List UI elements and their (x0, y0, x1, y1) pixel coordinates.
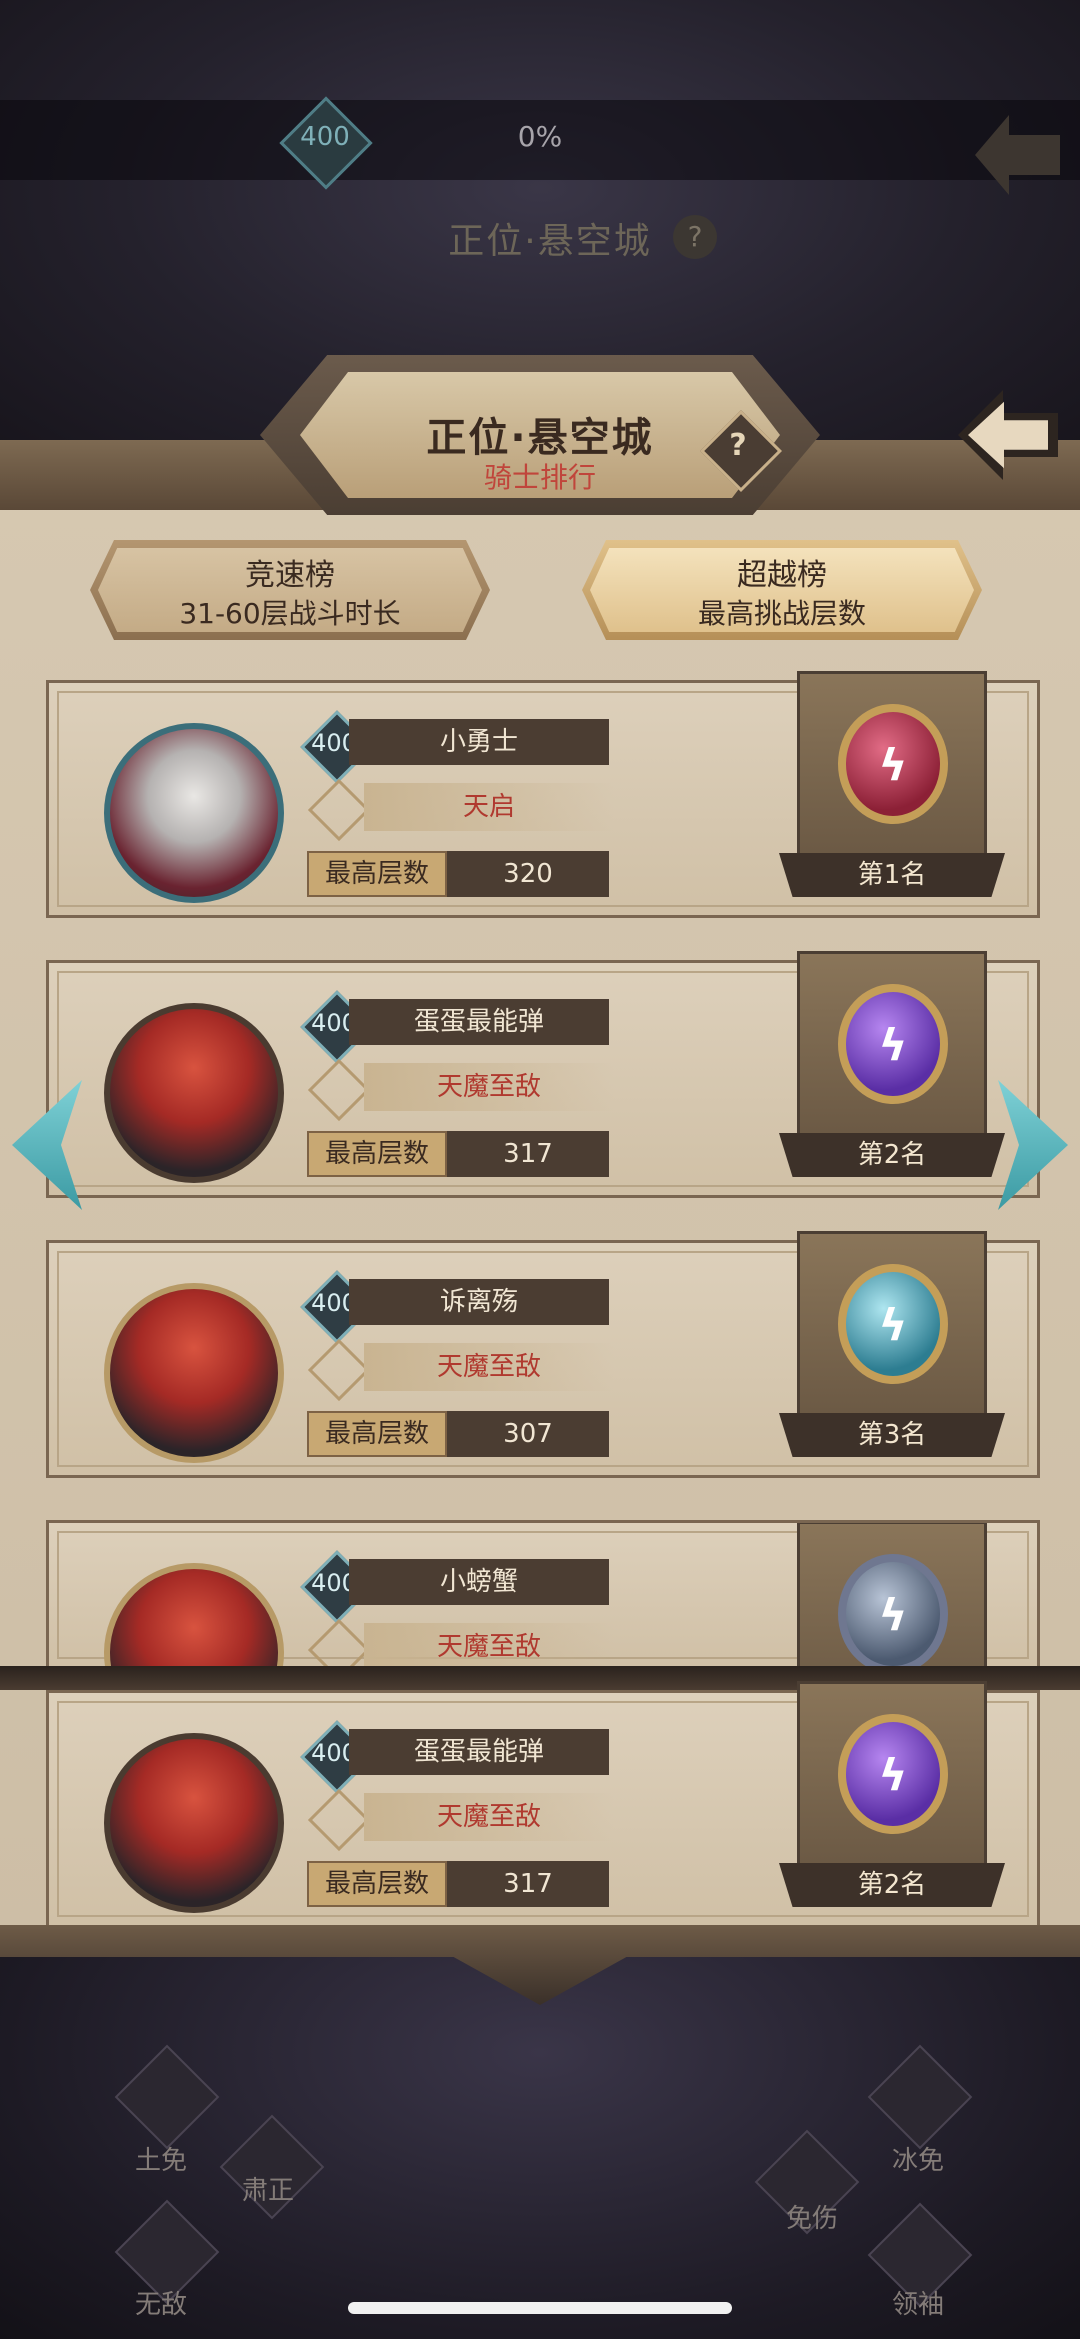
rank-gem-icon: ϟ (838, 704, 948, 824)
top-level-text: 400 (300, 122, 350, 152)
avatar[interactable] (104, 1003, 284, 1183)
floor-value: 317 (447, 1131, 609, 1177)
title-emblem-icon (307, 1788, 371, 1852)
tab-speed-title: 竞速榜 (245, 558, 335, 593)
rank-card[interactable]: 400 小螃蟹 天魔至敌 ϟ (46, 1520, 1040, 1670)
avatar[interactable] (104, 1283, 284, 1463)
rank-symbol-icon: ϟ (878, 1590, 908, 1641)
rank-medal: ϟ (797, 1681, 987, 1871)
skill-ice-immune: 冰免 (892, 2146, 945, 2176)
player-name: 蛋蛋最能弹 (349, 999, 609, 1045)
page-title: 正位·悬空城 (426, 415, 654, 461)
rank-label: 第2名 (779, 1133, 1005, 1177)
player-title: 天魔至敌 (364, 1063, 614, 1111)
title-emblem-icon (307, 1058, 371, 1122)
rank-medal: ϟ (797, 1523, 987, 1667)
player-name: 小勇士 (349, 719, 609, 765)
skill-solemn: 肃正 (242, 2176, 295, 2206)
skill-damage-immune: 免伤 (786, 2204, 839, 2234)
floor-label: 最高层数 (307, 1861, 447, 1907)
help-button-label[interactable]: ? (712, 428, 764, 463)
floor-label: 最高层数 (307, 1411, 447, 1457)
rank-card[interactable]: 400 小勇士 天启 最高层数 320 ϟ 第1名 (46, 671, 1040, 918)
player-title: 天魔至敌 (364, 1623, 614, 1667)
floor-value: 317 (447, 1861, 609, 1907)
skill-leader: 领袖 (892, 2290, 945, 2320)
rank-medal: ϟ (797, 951, 987, 1141)
home-indicator[interactable] (348, 2302, 732, 2314)
floor-value: 320 (447, 851, 609, 897)
rank-symbol-icon: ϟ (878, 1020, 908, 1071)
avatar[interactable] (104, 1733, 284, 1913)
tab-speed-ranking[interactable]: 竞速榜 31-60层战斗时长 (90, 540, 490, 640)
rank-gem-icon: ϟ (838, 984, 948, 1104)
self-rank-card[interactable]: 400 蛋蛋最能弹 天魔至敌 最高层数 317 ϟ 第2名 (46, 1681, 1040, 1928)
rank-gem-icon: ϟ (838, 1714, 948, 1834)
page-subtitle: 骑士排行 (483, 461, 596, 494)
rank-symbol-icon: ϟ (878, 1300, 908, 1351)
player-name: 蛋蛋最能弹 (349, 1729, 609, 1775)
title-emblem-icon (307, 778, 371, 842)
rank-medal: ϟ (797, 1231, 987, 1421)
title-emblem-icon (307, 1338, 371, 1402)
tab-surpass-ranking[interactable]: 超越榜 最高挑战层数 (582, 540, 982, 640)
rank-medal: ϟ (797, 671, 987, 861)
rank-label: 第2名 (779, 1863, 1005, 1907)
title-emblem-icon (307, 1618, 371, 1667)
player-title: 天魔至敌 (364, 1343, 614, 1391)
player-title: 天魔至敌 (364, 1793, 614, 1841)
rank-card[interactable]: 400 诉离殇 天魔至敌 最高层数 307 ϟ 第3名 (46, 1231, 1040, 1478)
tab-surpass-subtitle: 最高挑战层数 (697, 597, 866, 630)
avatar[interactable] (104, 1563, 284, 1667)
rank-gem-icon: ϟ (838, 1554, 948, 1667)
tab-speed-subtitle: 31-60层战斗时长 (179, 597, 401, 630)
rank-card[interactable]: 400 蛋蛋最能弹 天魔至敌 最高层数 317 ϟ 第2名 (46, 951, 1040, 1198)
avatar[interactable] (104, 723, 284, 903)
rank-label: 第3名 (779, 1413, 1005, 1457)
rank-symbol-icon: ϟ (878, 740, 908, 791)
player-title: 天启 (364, 783, 614, 831)
tab-surpass-title: 超越榜 (737, 558, 827, 593)
floor-label: 最高层数 (307, 1131, 447, 1177)
skill-invincible: 无敌 (135, 2290, 188, 2320)
rank-gem-icon: ϟ (838, 1264, 948, 1384)
floor-label: 最高层数 (307, 851, 447, 897)
progress-text: 0% (517, 120, 563, 153)
player-name: 诉离殇 (349, 1279, 609, 1325)
background-help-icon: ? (673, 215, 717, 259)
rank-label: 第1名 (779, 853, 1005, 897)
rank-symbol-icon: ϟ (878, 1750, 908, 1801)
skill-earth-immune: 土免 (135, 2146, 188, 2176)
floor-value: 307 (447, 1411, 609, 1457)
player-name: 小螃蟹 (349, 1559, 609, 1605)
background-stage-title: 正位·悬空城 (448, 221, 652, 262)
